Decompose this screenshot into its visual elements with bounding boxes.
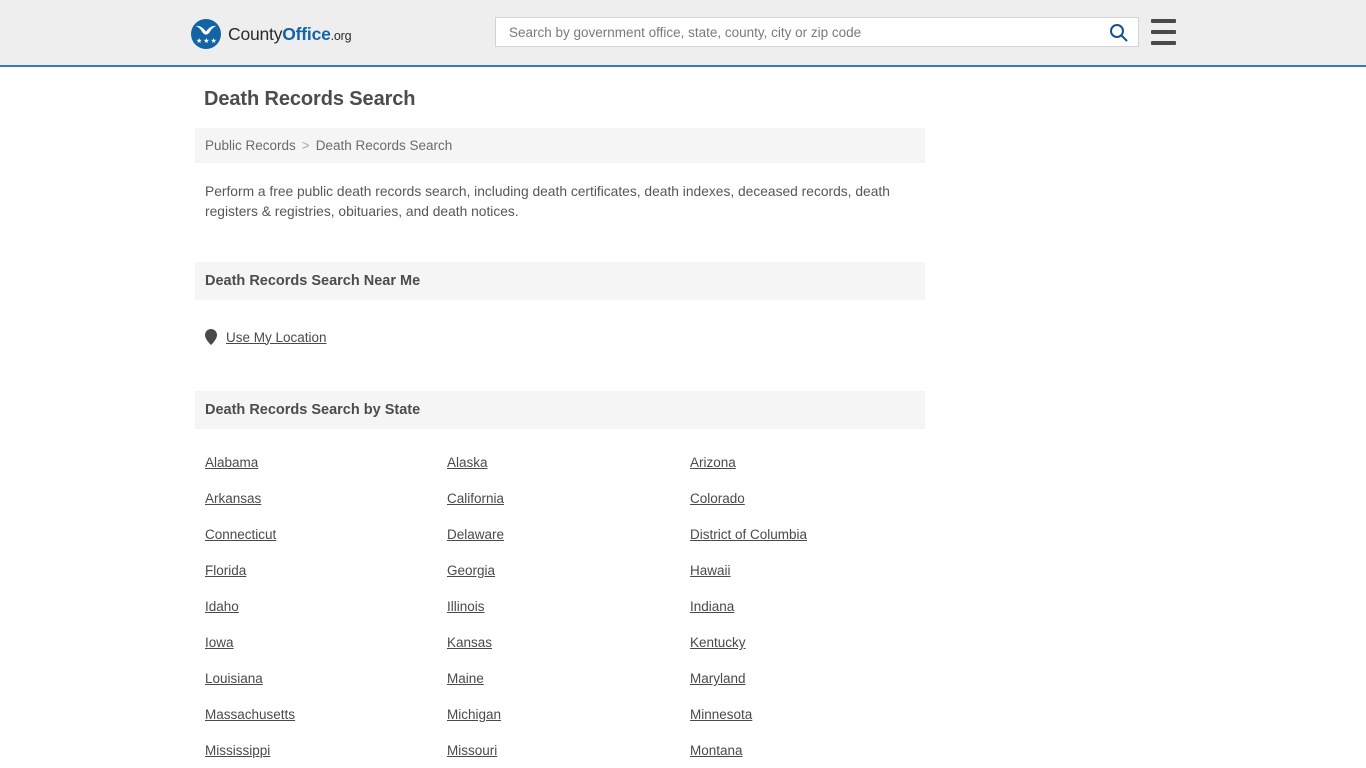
state-link[interactable]: Montana (690, 744, 743, 758)
state-cell: District of Columbia (690, 528, 925, 542)
state-cell: Delaware (447, 528, 690, 542)
state-cell: Mississippi (205, 744, 447, 758)
search-input[interactable] (496, 18, 1098, 46)
state-cell: Maine (447, 672, 690, 686)
state-link[interactable]: Florida (205, 564, 246, 578)
state-cell: Kansas (447, 636, 690, 650)
site-logo[interactable]: ★★★ CountyOffice.org (191, 19, 352, 49)
breadcrumb-separator: > (301, 138, 310, 153)
breadcrumb: Public Records > Death Records Search (195, 128, 925, 163)
state-link[interactable]: Illinois (447, 600, 485, 614)
search-bar[interactable] (495, 17, 1139, 47)
state-cell: Louisiana (205, 672, 447, 686)
state-cell: Minnesota (690, 708, 925, 722)
state-link[interactable]: Maryland (690, 672, 746, 686)
main-content: Death Records Search Public Records > De… (195, 88, 925, 768)
intro-description: Perform a free public death records sear… (205, 184, 890, 219)
state-cell: Missouri (447, 744, 690, 758)
state-link[interactable]: Indiana (690, 600, 734, 614)
state-link[interactable]: Missouri (447, 744, 497, 758)
breadcrumb-current: Death Records Search (315, 138, 453, 153)
state-link[interactable]: Kansas (447, 636, 492, 650)
state-cell: Alabama (205, 456, 447, 470)
state-link[interactable]: Georgia (447, 564, 495, 578)
state-cell: Hawaii (690, 564, 925, 578)
logo-text-county: County (228, 23, 283, 44)
menu-bar-3 (1151, 41, 1176, 45)
eagle-emblem-icon: ★★★ (191, 19, 221, 49)
state-cell: Massachusetts (205, 708, 447, 722)
state-links-grid: Alabama Alaska Arizona Arkansas California Co… (195, 456, 925, 768)
state-link[interactable]: Connecticut (205, 528, 276, 542)
state-cell: Kentucky (690, 636, 925, 650)
state-link[interactable]: Delaware (447, 528, 504, 542)
section-header-by-state: Death Records Search by State (195, 391, 925, 429)
state-cell: Iowa (205, 636, 447, 650)
state-link[interactable]: Minnesota (690, 708, 752, 722)
menu-bar-2 (1151, 30, 1176, 34)
state-cell: Georgia (447, 564, 690, 578)
state-cell: Arkansas (205, 492, 447, 506)
use-my-location-link[interactable]: Use My Location (226, 330, 327, 345)
use-my-location-row[interactable]: Use My Location (195, 329, 925, 345)
map-pin-icon (205, 329, 217, 345)
search-button[interactable] (1098, 18, 1138, 46)
state-cell: Indiana (690, 600, 925, 614)
state-cell: Montana (690, 744, 925, 758)
state-link[interactable]: Maine (447, 672, 484, 686)
state-link[interactable]: Michigan (447, 708, 501, 722)
state-link[interactable]: Idaho (205, 600, 239, 614)
logo-text-org: .org (330, 28, 352, 43)
state-link[interactable]: Alabama (205, 456, 258, 470)
state-cell: Idaho (205, 600, 447, 614)
state-link[interactable]: Arizona (690, 456, 736, 470)
site-header: ★★★ CountyOffice.org (0, 0, 1366, 67)
state-link[interactable]: Hawaii (690, 564, 731, 578)
state-cell: Arizona (690, 456, 925, 470)
search-icon (1109, 23, 1127, 41)
logo-wordmark: CountyOffice.org (228, 23, 352, 45)
state-link[interactable]: Louisiana (205, 672, 263, 686)
breadcrumb-parent-link[interactable]: Public Records (205, 138, 296, 153)
state-link[interactable]: California (447, 492, 504, 506)
state-link[interactable]: Kentucky (690, 636, 746, 650)
page-title: Death Records Search (204, 88, 416, 110)
state-link[interactable]: Alaska (447, 456, 488, 470)
eagle-wing-shape (196, 25, 216, 35)
state-link[interactable]: Arkansas (205, 492, 261, 506)
state-link[interactable]: Massachusetts (205, 708, 295, 722)
section-header-near-me: Death Records Search Near Me (195, 262, 925, 300)
state-cell: Florida (205, 564, 447, 578)
state-cell: Michigan (447, 708, 690, 722)
state-cell: Alaska (447, 456, 690, 470)
state-link[interactable]: Mississippi (205, 744, 270, 758)
state-link[interactable]: Iowa (205, 636, 234, 650)
state-cell: Illinois (447, 600, 690, 614)
state-link[interactable]: District of Columbia (690, 528, 807, 542)
state-cell: Connecticut (205, 528, 447, 542)
menu-bar-1 (1151, 19, 1176, 23)
logo-stars: ★★★ (196, 38, 218, 45)
state-cell: California (447, 492, 690, 506)
hamburger-menu-icon[interactable] (1151, 19, 1176, 45)
state-cell: Colorado (690, 492, 925, 506)
state-cell: Maryland (690, 672, 925, 686)
state-link[interactable]: Colorado (690, 492, 745, 506)
logo-text-office: Office (282, 23, 331, 44)
